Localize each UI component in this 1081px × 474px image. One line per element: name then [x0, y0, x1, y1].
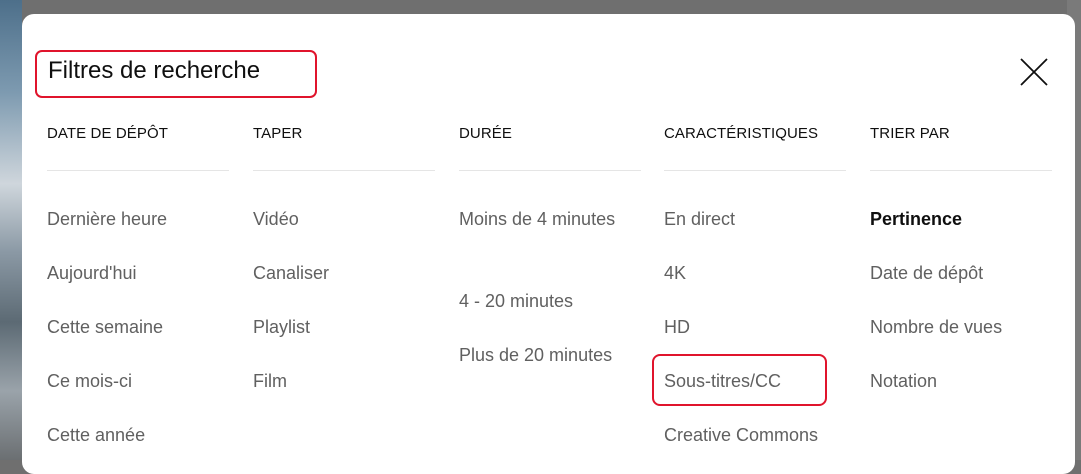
filter-video[interactable]: Vidéo	[253, 204, 329, 258]
sort-notation[interactable]: Notation	[870, 366, 1002, 420]
filter-group-features: CARACTÉRISTIQUES En direct 4K HD Sous-ti…	[664, 124, 850, 445]
filter-moins-de-4-minutes[interactable]: Moins de 4 minutes	[459, 204, 619, 286]
filter-group-upload-date: DATE DE DÉPÔT Dernière heure Aujourd'hui…	[47, 124, 233, 445]
filter-group-sort-by: TRIER PAR Pertinence Date de dépôt Nombr…	[870, 124, 1056, 391]
filter-cette-semaine[interactable]: Cette semaine	[47, 312, 167, 366]
filter-4-20-minutes[interactable]: 4 - 20 minutes	[459, 286, 619, 340]
filter-group-heading: TRIER PAR	[870, 125, 950, 142]
filter-cette-annee[interactable]: Cette année	[47, 420, 167, 474]
sort-pertinence[interactable]: Pertinence	[870, 204, 1002, 258]
close-icon	[1020, 58, 1048, 86]
sort-nombre-de-vues[interactable]: Nombre de vues	[870, 312, 1002, 366]
close-button[interactable]	[1016, 54, 1052, 90]
filter-aujourdhui[interactable]: Aujourd'hui	[47, 258, 167, 312]
filter-derniere-heure[interactable]: Dernière heure	[47, 204, 167, 258]
divider	[870, 170, 1052, 171]
filter-canaliser[interactable]: Canaliser	[253, 258, 329, 312]
highlight-box-subtitles	[652, 354, 827, 406]
filter-ce-mois-ci[interactable]: Ce mois-ci	[47, 366, 167, 420]
search-filters-dialog: Filtres de recherche DATE DE DÉPÔT Derni…	[22, 14, 1075, 474]
highlight-box-title	[35, 50, 317, 98]
sort-date-de-depot[interactable]: Date de dépôt	[870, 258, 1002, 312]
filter-4k[interactable]: 4K	[664, 258, 818, 312]
filter-en-direct[interactable]: En direct	[664, 204, 818, 258]
filter-group-heading: CARACTÉRISTIQUES	[664, 125, 819, 142]
filter-group-heading: TAPER	[253, 125, 303, 142]
filter-group-heading: DATE DE DÉPÔT	[47, 125, 169, 142]
filter-group-duration: DURÉE Moins de 4 minutes 4 - 20 minutes …	[459, 124, 645, 365]
filter-group-type: TAPER Vidéo Canaliser Playlist Film	[253, 124, 439, 391]
filter-group-heading: DURÉE	[459, 125, 513, 142]
divider	[664, 170, 846, 171]
filter-plus-de-20-minutes[interactable]: Plus de 20 minutes	[459, 340, 619, 394]
background-thumbnail	[0, 0, 22, 460]
divider	[459, 170, 641, 171]
divider	[47, 170, 229, 171]
filter-playlist[interactable]: Playlist	[253, 312, 329, 366]
filter-film[interactable]: Film	[253, 366, 329, 420]
filter-creative-commons[interactable]: Creative Commons	[664, 420, 818, 474]
divider	[253, 170, 435, 171]
